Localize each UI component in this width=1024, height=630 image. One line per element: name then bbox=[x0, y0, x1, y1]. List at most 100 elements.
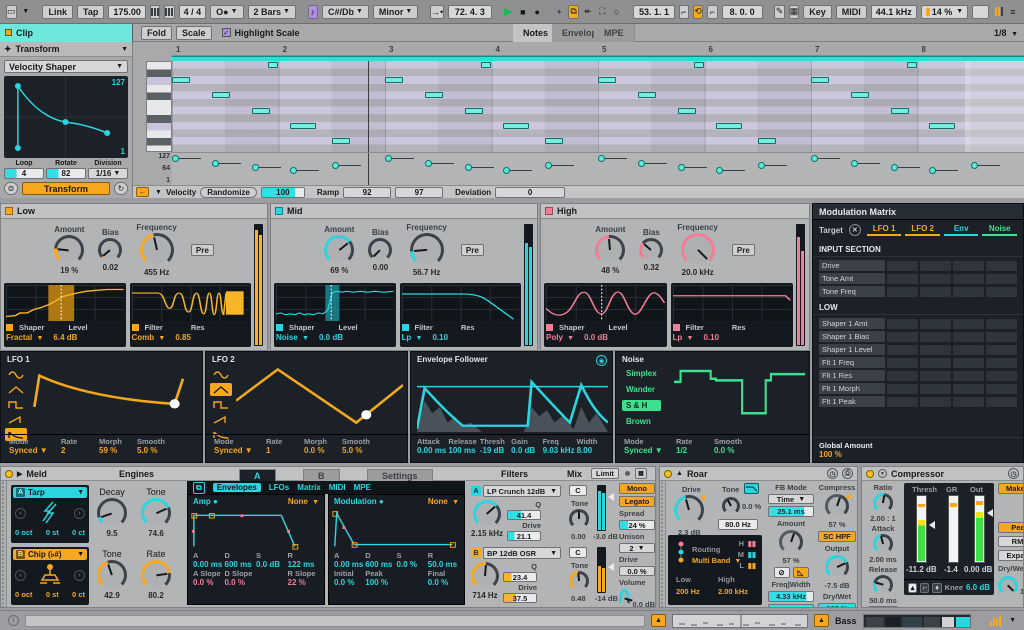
matrix-cell[interactable] bbox=[953, 261, 984, 271]
amp-dslope-value[interactable]: 0.0 % bbox=[225, 578, 257, 587]
release-value[interactable]: 50.0 ms bbox=[869, 596, 897, 605]
band-high-header[interactable]: High bbox=[541, 204, 809, 219]
rate-value[interactable]: 2 bbox=[61, 446, 95, 455]
mix-a-pan-button[interactable]: C bbox=[569, 485, 587, 496]
width-field[interactable]: 9.00 bbox=[768, 604, 814, 608]
roar-tone-freq-field[interactable]: 80.0 Hz bbox=[718, 519, 758, 530]
subtab-mpe[interactable]: MPE bbox=[354, 483, 371, 492]
matrix-cell[interactable] bbox=[920, 384, 951, 394]
randomize-button[interactable]: Randomize bbox=[200, 187, 257, 198]
mix-a-level-handle[interactable] bbox=[608, 493, 614, 501]
matrix-cell[interactable] bbox=[887, 371, 918, 381]
tone-b-knob[interactable] bbox=[97, 560, 127, 590]
mix-a-tone-knob[interactable] bbox=[569, 509, 589, 529]
roar-activator-icon[interactable] bbox=[664, 470, 672, 478]
auto-release-button[interactable]: Auto bbox=[868, 606, 898, 608]
cpu-meter[interactable]: 14 %▼ bbox=[921, 5, 968, 19]
mix-b-tone-knob[interactable] bbox=[569, 571, 589, 591]
matrix-target-noise[interactable]: Noise bbox=[982, 224, 1017, 236]
attack-knob[interactable] bbox=[873, 534, 893, 554]
key-map-button[interactable]: Key bbox=[803, 5, 832, 19]
roar-save-icon[interactable]: ⎙ bbox=[842, 468, 853, 479]
filter-a-tag[interactable]: A bbox=[471, 486, 481, 496]
midi-note[interactable] bbox=[385, 77, 403, 83]
velocity-marker[interactable] bbox=[172, 155, 179, 162]
matrix-cell[interactable] bbox=[920, 345, 951, 355]
matrix-cell[interactable] bbox=[986, 261, 1017, 271]
rate-b-knob[interactable] bbox=[141, 560, 171, 590]
engine-a-next-icon[interactable]: › bbox=[74, 508, 85, 519]
scale-root-menu[interactable]: C#/Db▼ bbox=[322, 5, 369, 19]
midi-note[interactable] bbox=[678, 108, 696, 114]
shaper-type-menu[interactable]: Noise ▼ bbox=[276, 333, 309, 342]
compressor-activator-icon[interactable] bbox=[866, 470, 874, 478]
engine-b-prev-icon[interactable]: ‹ bbox=[15, 570, 26, 581]
compress-knob[interactable] bbox=[825, 494, 849, 518]
subtab-lfos[interactable]: LFOs bbox=[269, 483, 289, 492]
meld-drag-handle[interactable] bbox=[1, 481, 7, 607]
fb-invert-icon[interactable]: ⊘ bbox=[774, 567, 790, 578]
matrix-cell[interactable] bbox=[953, 274, 984, 284]
filter-b-freq-knob[interactable] bbox=[471, 562, 499, 590]
fb-amount-value[interactable]: 57 % bbox=[782, 556, 799, 565]
lfo-wave-icon-3[interactable] bbox=[5, 413, 27, 426]
transform-collapse-icon[interactable]: ▼ bbox=[121, 46, 128, 53]
output-meter-icon[interactable] bbox=[990, 616, 1001, 626]
envfollower-param-attack[interactable]: Attack0.00 ms bbox=[417, 437, 446, 460]
velocity-marker[interactable] bbox=[811, 155, 818, 162]
follow-icon[interactable]: →• bbox=[430, 5, 444, 19]
thresh-value[interactable]: -11.2 dB bbox=[906, 565, 937, 574]
peak-mode-icon[interactable]: ▴ bbox=[908, 583, 917, 593]
midi-note[interactable] bbox=[465, 108, 483, 114]
window-options-caret-icon[interactable]: ▼ bbox=[21, 5, 31, 19]
matrix-target-lfo2[interactable]: LFO 2 bbox=[905, 224, 940, 236]
roar-drive-knob[interactable] bbox=[674, 495, 704, 525]
midi-note[interactable] bbox=[891, 108, 909, 114]
mix-b-pan-button[interactable]: C bbox=[569, 547, 587, 558]
level-value[interactable]: 0.0 dB bbox=[319, 333, 343, 342]
lfo-wave-icon-0[interactable] bbox=[210, 368, 232, 381]
loop-toggle-icon[interactable]: ⟲ bbox=[693, 5, 703, 19]
matrix-cell[interactable] bbox=[887, 261, 918, 271]
mode-menu[interactable]: Synced ▼ bbox=[624, 446, 672, 455]
meld-fold-icon[interactable]: ▶ bbox=[17, 470, 22, 478]
level-value[interactable]: 0.0 dB bbox=[584, 333, 608, 342]
tab-a[interactable]: A bbox=[239, 469, 276, 481]
device-overview-select-icon[interactable]: ▲ bbox=[814, 614, 829, 627]
limit-button[interactable]: Limit bbox=[591, 468, 619, 479]
matrix-cell[interactable] bbox=[920, 358, 951, 368]
shaper-activator-icon[interactable] bbox=[546, 324, 553, 331]
expand-button[interactable]: Expand bbox=[998, 550, 1024, 561]
envfollower-param-thresh[interactable]: Thresh-19 dB bbox=[480, 437, 509, 460]
release-knob[interactable] bbox=[873, 575, 893, 595]
engine-b-oct[interactable]: 0 oct bbox=[15, 590, 33, 599]
midi-note[interactable] bbox=[503, 123, 529, 129]
roar-drag-handle[interactable] bbox=[660, 481, 666, 607]
midi-note[interactable] bbox=[598, 77, 616, 83]
mod-peak-value[interactable]: 100 % bbox=[365, 578, 396, 587]
velocity-marker[interactable] bbox=[638, 160, 645, 167]
midi-note[interactable] bbox=[716, 123, 742, 129]
velocity-marker[interactable] bbox=[598, 155, 605, 162]
amp-d-value[interactable]: 600 ms bbox=[225, 560, 257, 569]
tone-a-knob[interactable] bbox=[141, 498, 171, 528]
velocity-marker[interactable] bbox=[465, 164, 472, 171]
transform-header[interactable]: ✦Transform▼ bbox=[0, 42, 132, 57]
out-meter[interactable] bbox=[974, 495, 985, 563]
pre-button[interactable]: Pre bbox=[461, 244, 484, 256]
velocity-marker[interactable] bbox=[971, 162, 978, 169]
record-button[interactable]: ● bbox=[532, 5, 542, 19]
velocity-marker[interactable] bbox=[425, 160, 432, 167]
frequency-knob[interactable] bbox=[140, 233, 174, 267]
thresh-handle[interactable] bbox=[929, 521, 935, 529]
fb-amount-knob[interactable] bbox=[779, 530, 803, 554]
arrangement-position-field[interactable]: 72. 4. 3 bbox=[448, 5, 491, 19]
unison-menu[interactable]: 2 ▼ bbox=[619, 543, 655, 553]
grid-division-menu[interactable]: 1/8 ▼ bbox=[994, 28, 1018, 38]
matrix-cell[interactable] bbox=[953, 358, 984, 368]
matrix-cell[interactable] bbox=[986, 384, 1017, 394]
tempo-field[interactable]: 175.00 bbox=[108, 5, 146, 19]
noise-type-Simplex[interactable]: Simplex bbox=[622, 368, 661, 379]
output-knob[interactable] bbox=[825, 555, 849, 579]
capture-icon[interactable]: ○ bbox=[611, 5, 621, 19]
